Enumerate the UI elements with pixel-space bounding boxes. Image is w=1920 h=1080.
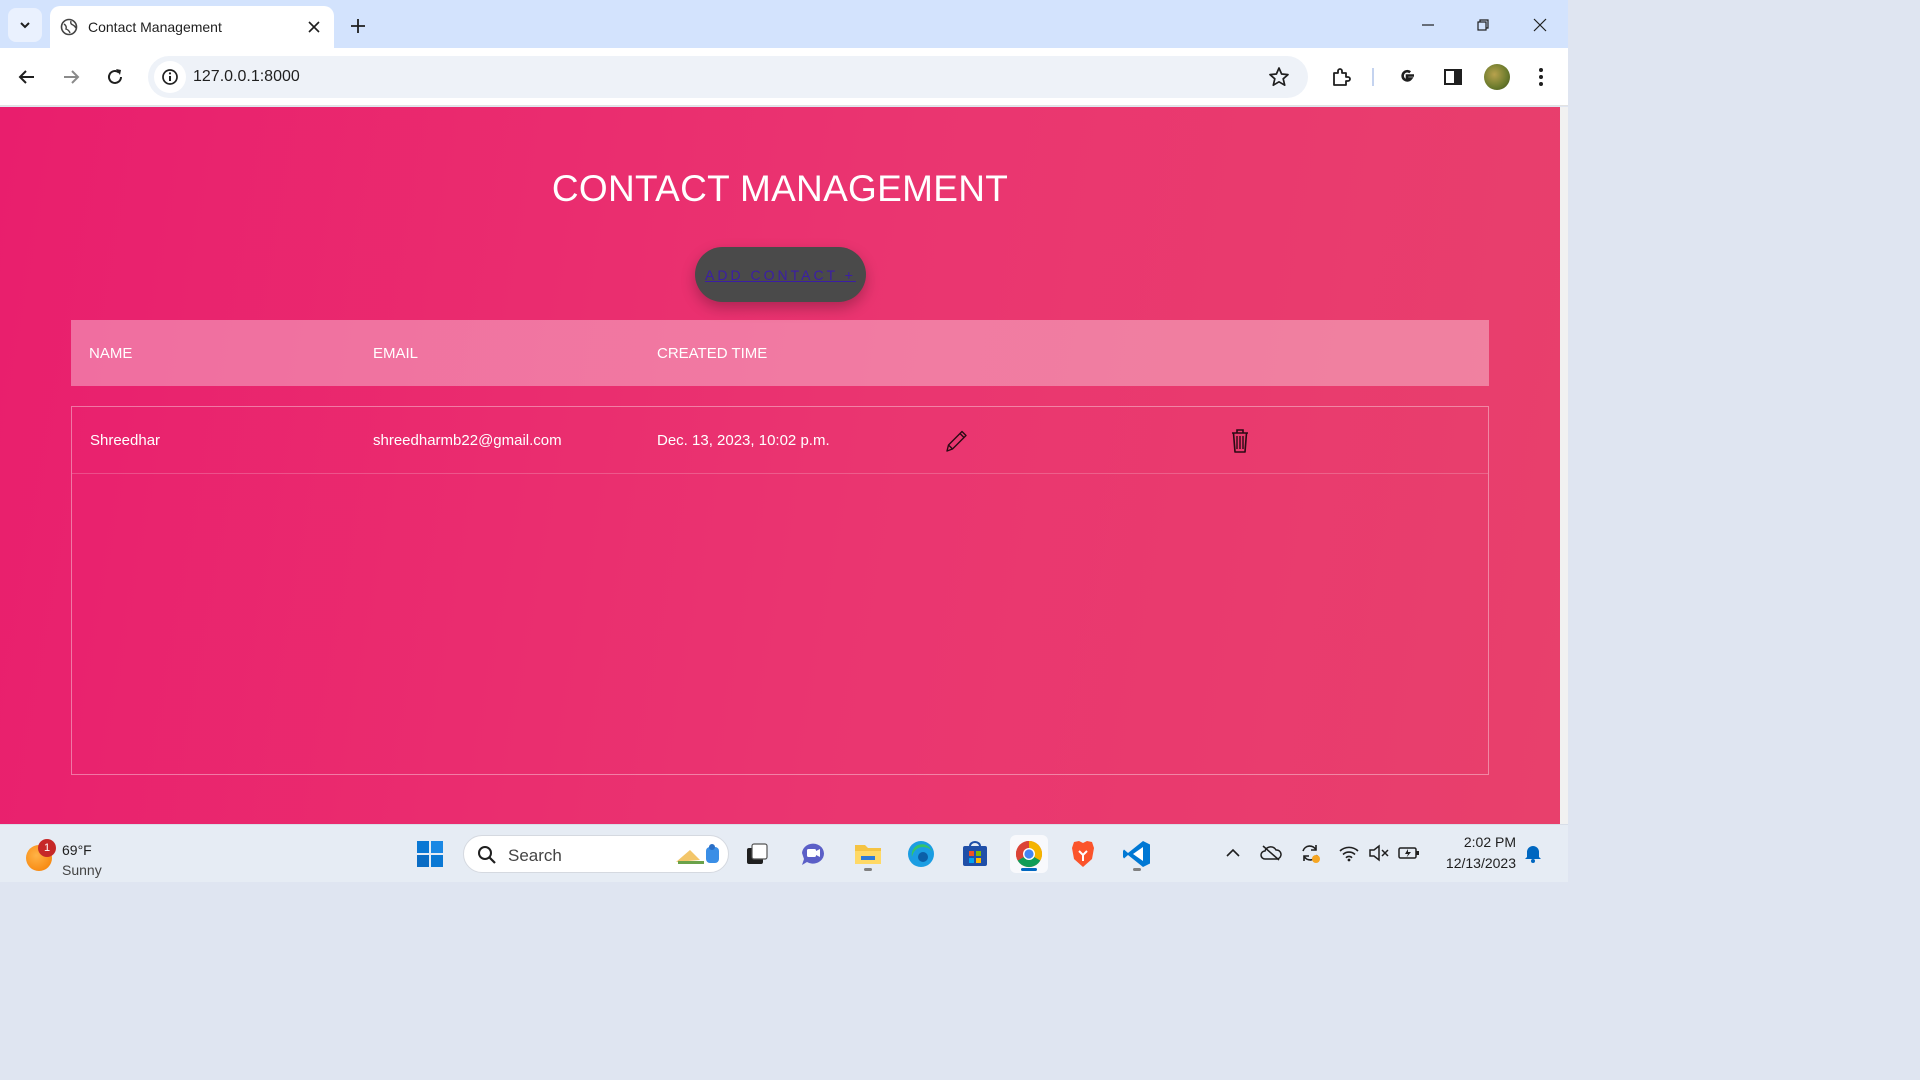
close-window-button[interactable] xyxy=(1525,10,1555,40)
edge-browser-button[interactable] xyxy=(902,835,940,873)
running-indicator xyxy=(864,868,872,871)
weather-badge: 1 xyxy=(38,839,56,857)
vscode-icon xyxy=(1123,841,1150,867)
chevron-up-icon xyxy=(1226,848,1240,857)
google-button[interactable] xyxy=(1392,62,1422,92)
more-vertical-icon xyxy=(1539,68,1543,86)
side-panel-icon xyxy=(1444,69,1462,85)
tab-title: Contact Management xyxy=(88,19,222,35)
sync-tray-icon[interactable] xyxy=(1299,842,1321,864)
show-hidden-icons-button[interactable] xyxy=(1222,842,1244,864)
weather-temperature: 69°F xyxy=(62,842,92,858)
chrome-button[interactable] xyxy=(1010,835,1048,873)
page-scrollbar[interactable] xyxy=(1560,107,1568,824)
restore-button[interactable] xyxy=(1468,10,1498,40)
bookmark-star-icon[interactable] xyxy=(1268,66,1290,88)
store-icon xyxy=(963,841,987,866)
restore-icon xyxy=(1477,19,1489,31)
browser-tab[interactable]: Contact Management xyxy=(50,6,334,48)
new-tab-button[interactable] xyxy=(344,12,372,40)
teams-chat-button[interactable] xyxy=(794,835,832,873)
windows-taskbar: 1 69°F Sunny Search 2:02 PM 12/13/2023 xyxy=(0,824,1568,882)
chrome-icon xyxy=(1015,840,1043,868)
weather-widget[interactable]: 1 69°F Sunny xyxy=(24,833,124,878)
tab-search-button[interactable] xyxy=(8,8,42,42)
contact-name: Shreedhar xyxy=(90,432,161,449)
weather-condition: Sunny xyxy=(62,862,102,878)
close-tab-icon[interactable] xyxy=(304,17,324,37)
search-highlight-icon xyxy=(676,844,719,864)
back-button[interactable] xyxy=(12,62,42,92)
brave-browser-button[interactable] xyxy=(1064,835,1102,873)
arrow-right-icon xyxy=(64,70,80,84)
toolbar-separator xyxy=(1372,68,1374,86)
file-explorer-button[interactable] xyxy=(849,835,887,873)
puzzle-icon xyxy=(1333,68,1351,86)
microsoft-store-button[interactable] xyxy=(956,835,994,873)
table-body: Shreedhar shreedharmb22@gmail.com Dec. 1… xyxy=(71,406,1489,775)
chevron-down-icon xyxy=(20,22,30,29)
contact-created-time: Dec. 13, 2023, 10:02 p.m. xyxy=(657,432,830,449)
minimize-icon xyxy=(1422,24,1434,26)
clock-date[interactable]: 12/13/2023 xyxy=(1446,855,1516,871)
table-header: NAME EMAIL CREATED TIME xyxy=(71,320,1489,386)
globe-icon xyxy=(60,18,78,36)
extensions-button[interactable] xyxy=(1326,62,1356,92)
delete-trash-icon[interactable] xyxy=(1228,427,1254,455)
table-row: Shreedhar shreedharmb22@gmail.com Dec. 1… xyxy=(72,407,1488,474)
windows-logo-icon xyxy=(417,841,443,867)
column-header-name: NAME xyxy=(89,345,133,362)
volume-muted-icon[interactable] xyxy=(1368,842,1390,864)
profile-avatar[interactable] xyxy=(1484,64,1510,90)
onedrive-tray-icon[interactable] xyxy=(1260,842,1282,864)
brave-lion-icon xyxy=(1072,841,1094,867)
arrow-left-icon xyxy=(18,70,34,84)
browser-tab-bar: Contact Management xyxy=(0,0,1568,48)
add-contact-link[interactable]: ADD CONTACT + xyxy=(705,267,856,283)
google-g-icon xyxy=(1401,69,1414,82)
task-view-icon xyxy=(747,843,768,864)
info-icon xyxy=(162,69,178,85)
browser-menu-button[interactable] xyxy=(1526,62,1556,92)
side-panel-button[interactable] xyxy=(1438,62,1468,92)
taskbar-search[interactable]: Search xyxy=(463,835,729,873)
notifications-button[interactable] xyxy=(1522,842,1544,864)
reload-icon xyxy=(108,69,122,84)
column-header-created-time: CREATED TIME xyxy=(657,345,768,362)
browser-toolbar: 127.0.0.1:8000 xyxy=(0,48,1568,106)
vscode-button[interactable] xyxy=(1118,835,1156,873)
wifi-icon[interactable] xyxy=(1338,842,1360,864)
forward-button[interactable] xyxy=(56,62,86,92)
plus-icon xyxy=(351,19,365,33)
folder-icon xyxy=(855,845,881,864)
bell-icon xyxy=(1525,846,1541,863)
clock-time[interactable]: 2:02 PM xyxy=(1464,834,1516,850)
contact-email: shreedharmb22@gmail.com xyxy=(373,432,562,449)
search-placeholder: Search xyxy=(508,846,562,865)
site-info-button[interactable] xyxy=(154,61,186,93)
minimize-button[interactable] xyxy=(1413,10,1443,40)
running-indicator xyxy=(1133,868,1141,871)
column-header-email: EMAIL xyxy=(373,345,419,362)
page-title: CONTACT MANAGEMENT xyxy=(551,168,1009,209)
add-contact-button[interactable]: ADD CONTACT + xyxy=(695,247,866,302)
address-bar[interactable]: 127.0.0.1:8000 xyxy=(148,56,1308,98)
page-content: CONTACT MANAGEMENT ADD CONTACT + NAME EM… xyxy=(0,107,1560,824)
url-text: 127.0.0.1:8000 xyxy=(193,68,300,85)
task-view-button[interactable] xyxy=(738,835,776,873)
active-indicator xyxy=(1021,868,1037,871)
close-icon xyxy=(1533,18,1547,32)
search-icon xyxy=(478,846,496,864)
chat-icon xyxy=(802,843,824,865)
edge-icon xyxy=(908,841,934,867)
start-button[interactable] xyxy=(411,835,449,873)
battery-icon[interactable] xyxy=(1398,842,1420,864)
reload-button[interactable] xyxy=(100,62,130,92)
edit-pencil-icon[interactable] xyxy=(943,427,969,455)
